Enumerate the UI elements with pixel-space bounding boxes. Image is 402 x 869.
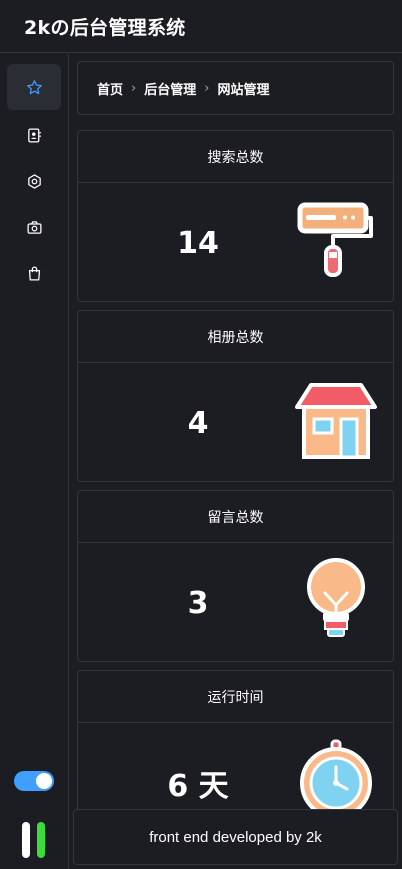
- footer-text: front end developed by 2k: [149, 828, 322, 846]
- pause-bar-right: [37, 822, 45, 858]
- breadcrumb-site-management: 网站管理: [217, 82, 270, 98]
- paint-roller-icon: [297, 202, 373, 277]
- shopping-bag-icon: [28, 266, 40, 281]
- app-header: 2kの后台管理系统: [0, 0, 402, 53]
- app-title: 2kの后台管理系统: [24, 16, 186, 39]
- pause-indicator[interactable]: [22, 822, 48, 858]
- stat-card-messages: 留言总数 3: [77, 490, 394, 662]
- stat-card-search: 搜索总数 14: [77, 130, 394, 302]
- sidebar-item-contacts[interactable]: [7, 112, 61, 158]
- chevron-right-icon: ›: [131, 80, 137, 96]
- sidebar-item-settings[interactable]: [7, 158, 61, 204]
- breadcrumb-admin[interactable]: 后台管理: [144, 79, 196, 98]
- chevron-right-icon: ›: [204, 80, 210, 96]
- card-value: 14: [177, 225, 219, 261]
- breadcrumb-home[interactable]: 首页: [97, 79, 123, 98]
- lightbulb-icon: [307, 558, 365, 637]
- card-value: 4: [187, 405, 209, 441]
- breadcrumb: 首页 › 后台管理 › 网站管理: [77, 61, 394, 115]
- toggle-knob: [36, 773, 52, 789]
- sidebar: [0, 54, 69, 869]
- theme-toggle[interactable]: [14, 771, 54, 791]
- house-icon: [295, 383, 377, 459]
- card-title: 搜索总数: [78, 131, 393, 183]
- contacts-icon: [27, 127, 41, 143]
- sidebar-item-camera[interactable]: [7, 204, 61, 250]
- card-title: 留言总数: [78, 491, 393, 543]
- camera-icon: [26, 220, 42, 234]
- sidebar-item-favorites[interactable]: [7, 64, 61, 110]
- star-icon: [26, 79, 42, 94]
- card-title: 相册总数: [78, 311, 393, 363]
- card-title: 运行时间: [78, 671, 393, 723]
- stat-card-album: 相册总数 4: [77, 310, 394, 482]
- pause-bar-left: [22, 822, 30, 858]
- sidebar-item-shop[interactable]: [7, 250, 61, 296]
- app-root: 2kの后台管理系统 首页 › 后台管理 › 网站管理 搜索总数 14 相册总数 …: [0, 0, 402, 869]
- settings-gear-icon: [27, 173, 41, 189]
- card-value: 3: [187, 585, 209, 621]
- footer-credit: front end developed by 2k: [73, 809, 398, 865]
